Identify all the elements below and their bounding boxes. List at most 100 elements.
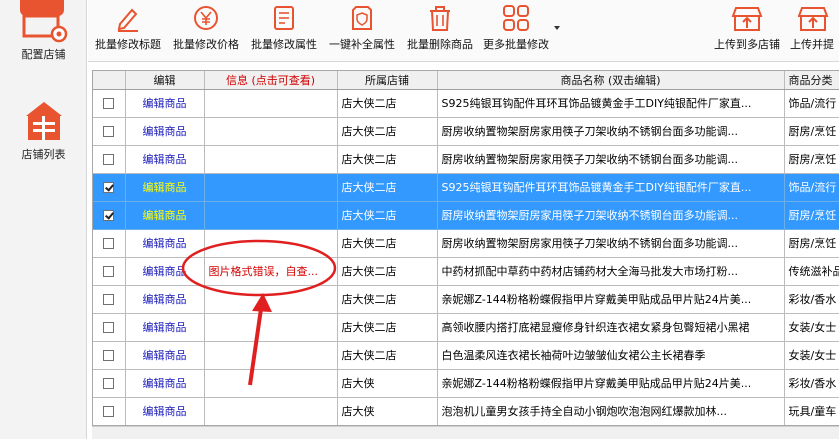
product-name-cell[interactable]: 厨房收纳置物架厨房家用筷子刀架收纳不锈钢台面多功能调... xyxy=(437,229,785,258)
row-select-cell[interactable] xyxy=(93,257,126,286)
yen-coin-icon xyxy=(194,6,218,30)
row-checkbox[interactable] xyxy=(103,238,115,249)
batch-edit-attributes-button[interactable]: 批量修改属性 xyxy=(248,4,320,60)
category-cell: 饰品/流行 xyxy=(784,173,839,202)
info-cell[interactable] xyxy=(204,313,338,342)
upload-and-submit-button[interactable]: 上传并提 xyxy=(790,4,839,60)
table-row[interactable]: 编辑商品 店大侠 亲妮娜Z-144粉格粉蝶假指甲片穿戴美甲贴成品甲片贴24片美...… xyxy=(93,369,839,398)
product-name-cell[interactable]: 厨房收纳置物架厨房家用筷子刀架收纳不锈钢台面多功能调... xyxy=(437,117,785,146)
edit-product-link[interactable]: 编辑商品 xyxy=(125,313,205,342)
product-name-cell[interactable]: 白色温柔风连衣裙长袖荷叶边皱皱仙女裙公主长裙春季 xyxy=(437,341,785,370)
info-cell[interactable] xyxy=(204,229,338,258)
row-checkbox[interactable] xyxy=(103,294,115,305)
row-checkbox[interactable] xyxy=(103,322,115,333)
sidebar-item-config-store[interactable]: 配置店铺 xyxy=(0,0,87,72)
table-row[interactable]: 编辑商品 店大侠二店 亲妮娜Z-144粉格粉蝶假指甲片穿戴美甲贴成品甲片贴24片美.… xyxy=(93,285,839,314)
table-row[interactable]: 编辑商品 店大侠二店 厨房收纳置物架厨房家用筷子刀架收纳不锈钢台面多功能调... 厨房… xyxy=(93,145,839,174)
row-select-cell[interactable] xyxy=(93,313,126,342)
edit-product-link[interactable]: 编辑商品 xyxy=(125,341,205,370)
column-header-shop[interactable]: 所属店铺 xyxy=(337,71,438,90)
edit-product-link[interactable]: 编辑商品 xyxy=(125,397,205,425)
row-checkbox[interactable] xyxy=(103,126,115,137)
table-row[interactable]: 编辑商品 图片格式错误，自查... 店大侠二店 中药材抓配中草药中药材店铺药材大全海马… xyxy=(93,257,839,286)
upload-to-multiple-stores-button[interactable]: 上传到多店铺 xyxy=(710,4,784,60)
row-checkbox[interactable] xyxy=(103,266,115,277)
edit-product-link[interactable]: 编辑商品 xyxy=(125,145,205,174)
edit-product-link[interactable]: 编辑商品 xyxy=(125,285,205,314)
column-header-edit[interactable]: 编辑 xyxy=(125,71,205,90)
column-header-info[interactable]: 信息 (点击可查看) xyxy=(204,71,338,90)
horizontal-scrollbar[interactable] xyxy=(92,426,839,439)
edit-product-link[interactable]: 编辑商品 xyxy=(125,89,205,118)
button-label: 上传到多店铺 xyxy=(714,38,780,51)
edit-product-link[interactable]: 编辑商品 xyxy=(125,201,205,230)
info-cell[interactable] xyxy=(204,397,338,425)
row-checkbox[interactable] xyxy=(103,378,115,389)
edit-product-link[interactable]: 编辑商品 xyxy=(125,173,205,202)
document-shield-icon xyxy=(352,6,372,30)
category-cell: 彩妆/香水 xyxy=(784,285,839,314)
chevron-down-icon[interactable] xyxy=(554,26,560,30)
row-select-cell[interactable] xyxy=(93,285,126,314)
table-row[interactable]: 编辑商品 店大侠二店 S925纯银耳钩配件耳环耳饰品镀黄金手工DIY纯银配件厂家直.… xyxy=(93,89,839,118)
info-cell[interactable] xyxy=(204,369,338,398)
edit-product-link[interactable]: 编辑商品 xyxy=(125,257,205,286)
sidebar-item-label: 配置店铺 xyxy=(21,48,66,61)
column-header-product-name[interactable]: 商品名称 (双击编辑) xyxy=(437,71,785,90)
table-row[interactable]: 编辑商品 店大侠二店 厨房收纳置物架厨房家用筷子刀架收纳不锈钢台面多功能调... 厨房… xyxy=(93,117,839,146)
info-cell[interactable] xyxy=(204,117,338,146)
shop-cell: 店大侠二店 xyxy=(337,89,438,118)
batch-edit-title-button[interactable]: 批量修改标题 xyxy=(92,4,164,60)
info-cell[interactable] xyxy=(204,89,338,118)
product-name-cell[interactable]: S925纯银耳钩配件耳环耳饰品镀黄金手工DIY纯银配件厂家直... xyxy=(437,89,785,118)
column-header-category[interactable]: 商品分类 xyxy=(784,71,839,90)
table-row[interactable]: 编辑商品 店大侠二店 S925纯银耳钩配件耳环耳饰品镀黄金手工DIY纯银配件厂家直.… xyxy=(93,173,839,202)
batch-delete-products-button[interactable]: 批量删除商品 xyxy=(404,4,476,60)
row-select-cell[interactable] xyxy=(93,89,126,118)
more-batch-edit-button[interactable]: 更多批量修改 xyxy=(480,4,552,60)
product-name-cell[interactable]: 厨房收纳置物架厨房家用筷子刀架收纳不锈钢台面多功能调... xyxy=(437,201,785,230)
edit-product-link[interactable]: 编辑商品 xyxy=(125,369,205,398)
auto-complete-attributes-button[interactable]: 一键补全属性 xyxy=(326,4,398,60)
info-cell[interactable] xyxy=(204,173,338,202)
sidebar-item-shop-list[interactable]: 店铺列表 xyxy=(0,98,87,176)
row-checkbox[interactable] xyxy=(103,210,115,221)
row-select-cell[interactable] xyxy=(93,229,126,258)
edit-product-link[interactable]: 编辑商品 xyxy=(125,229,205,258)
info-cell[interactable] xyxy=(204,145,338,174)
row-checkbox[interactable] xyxy=(103,406,115,417)
info-cell[interactable]: 图片格式错误，自查... xyxy=(204,257,338,286)
column-header-select[interactable] xyxy=(93,71,126,90)
row-select-cell[interactable] xyxy=(93,397,126,425)
info-cell[interactable] xyxy=(204,201,338,230)
row-select-cell[interactable] xyxy=(93,173,126,202)
button-label: 批量修改标题 xyxy=(95,38,161,51)
product-name-cell[interactable]: 亲妮娜Z-144粉格粉蝶假指甲片穿戴美甲贴成品甲片贴24片美... xyxy=(437,369,785,398)
row-checkbox[interactable] xyxy=(103,350,115,361)
product-name-cell[interactable]: 高领收腰内搭打底裙显瘦修身针织连衣裙女紧身包臀短裙小黑裙 xyxy=(437,313,785,342)
table-row[interactable]: 编辑商品 店大侠二店 厨房收纳置物架厨房家用筷子刀架收纳不锈钢台面多功能调... 厨房… xyxy=(93,229,839,258)
table-row[interactable]: 编辑商品 店大侠二店 厨房收纳置物架厨房家用筷子刀架收纳不锈钢台面多功能调... 厨房… xyxy=(93,201,839,230)
row-select-cell[interactable] xyxy=(93,145,126,174)
product-name-cell[interactable]: 泡泡机儿童男女孩手持全自动小钢炮吹泡泡网红爆款加林... xyxy=(437,397,785,425)
product-name-cell[interactable]: S925纯银耳钩配件耳环耳饰品镀黄金手工DIY纯银配件厂家直... xyxy=(437,173,785,202)
table-row[interactable]: 编辑商品 店大侠 泡泡机儿童男女孩手持全自动小钢炮吹泡泡网红爆款加林... 玩具/童车 xyxy=(93,397,839,425)
table-row[interactable]: 编辑商品 店大侠二店 白色温柔风连衣裙长袖荷叶边皱皱仙女裙公主长裙春季 女装/女士 xyxy=(93,341,839,370)
batch-edit-price-button[interactable]: 批量修改价格 xyxy=(170,4,242,60)
row-select-cell[interactable] xyxy=(93,117,126,146)
info-cell[interactable] xyxy=(204,341,338,370)
row-select-cell[interactable] xyxy=(93,369,126,398)
row-select-cell[interactable] xyxy=(93,341,126,370)
row-checkbox[interactable] xyxy=(103,98,115,109)
shop-cell: 店大侠二店 xyxy=(337,173,438,202)
product-name-cell[interactable]: 中药材抓配中草药中药材店铺药材大全海马批发大市场打粉... xyxy=(437,257,785,286)
table-row[interactable]: 编辑商品 店大侠二店 高领收腰内搭打底裙显瘦修身针织连衣裙女紧身包臀短裙小黑裙 女装/… xyxy=(93,313,839,342)
row-select-cell[interactable] xyxy=(93,201,126,230)
info-cell[interactable] xyxy=(204,285,338,314)
product-name-cell[interactable]: 厨房收纳置物架厨房家用筷子刀架收纳不锈钢台面多功能调... xyxy=(437,145,785,174)
edit-product-link[interactable]: 编辑商品 xyxy=(125,117,205,146)
row-checkbox[interactable] xyxy=(103,182,115,193)
product-name-cell[interactable]: 亲妮娜Z-144粉格粉蝶假指甲片穿戴美甲贴成品甲片贴24片美... xyxy=(437,285,785,314)
shop-cell: 店大侠二店 xyxy=(337,257,438,286)
row-checkbox[interactable] xyxy=(103,154,115,165)
